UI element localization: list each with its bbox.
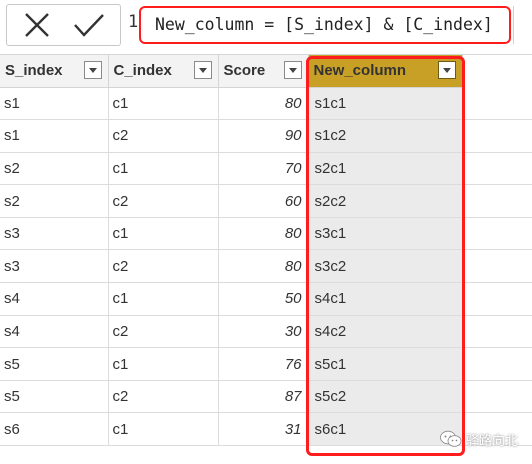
empty-row-area (462, 119, 532, 153)
cell-s-index[interactable]: s1 (0, 87, 109, 121)
data-table: S_index C_index Score New_column s1 c1 80 s1c1… (0, 55, 532, 447)
cell-s-index[interactable]: s2 (0, 184, 109, 218)
table-row: s2 c2 60 s2c2 (0, 184, 532, 218)
column-header-label: S_index (5, 62, 63, 79)
cell-score[interactable]: 30 (218, 315, 309, 349)
filter-dropdown-icon[interactable] (193, 61, 212, 79)
column-header-s-index[interactable]: S_index (0, 55, 109, 88)
empty-row-area (462, 184, 532, 218)
empty-row-area (462, 87, 532, 121)
column-header-label: Score (223, 62, 266, 79)
cell-s-index[interactable]: s3 (0, 249, 109, 284)
cell-new-column[interactable]: s5c2 (308, 380, 463, 414)
filter-dropdown-icon[interactable] (437, 61, 456, 79)
cell-s-index[interactable]: s3 (0, 217, 109, 251)
filter-dropdown-icon[interactable] (283, 61, 302, 79)
formula-input[interactable]: New_column = [S_index] & [C_index] (139, 6, 511, 44)
formula-line-number: 1 (128, 12, 139, 32)
cell-c-index[interactable]: c1 (108, 412, 219, 447)
empty-row-area (462, 315, 532, 349)
empty-header-area (462, 55, 532, 87)
cell-s-index[interactable]: s5 (0, 380, 109, 414)
cell-c-index[interactable]: c2 (108, 184, 219, 218)
watermark-text: 驿路向北 (466, 432, 519, 448)
cell-score[interactable]: 80 (218, 87, 309, 121)
cell-new-column[interactable]: s4c1 (308, 282, 463, 316)
cell-new-column[interactable]: s1c1 (308, 87, 463, 121)
cell-c-index[interactable]: c2 (108, 119, 219, 153)
cell-score[interactable]: 87 (218, 380, 309, 414)
cell-new-column[interactable]: s3c1 (308, 217, 463, 251)
empty-row-area (462, 347, 532, 381)
cell-new-column[interactable]: s2c1 (308, 152, 463, 186)
cell-c-index[interactable]: c1 (108, 282, 219, 316)
table-row: s4 c1 50 s4c1 (0, 282, 532, 316)
cell-s-index[interactable]: s6 (0, 412, 109, 447)
cell-c-index[interactable]: c1 (108, 347, 219, 381)
table-row: s3 c2 80 s3c2 (0, 249, 532, 284)
table-row: s1 c1 80 s1c1 (0, 87, 532, 121)
empty-row-area (462, 380, 532, 414)
cell-new-column[interactable]: s3c2 (308, 249, 463, 284)
cell-c-index[interactable]: c1 (108, 152, 219, 186)
cell-new-column[interactable]: s1c2 (308, 119, 463, 153)
filter-dropdown-icon[interactable] (83, 61, 102, 79)
cell-s-index[interactable]: s4 (0, 282, 109, 316)
cell-score[interactable]: 31 (218, 412, 309, 447)
empty-row-area (462, 152, 532, 186)
cell-score[interactable]: 76 (218, 347, 309, 381)
cell-c-index[interactable]: c2 (108, 249, 219, 284)
cell-score[interactable]: 50 (218, 282, 309, 316)
formula-bar: 1 New_column = [S_index] & [C_index] (0, 0, 532, 55)
cell-new-column[interactable]: s5c1 (308, 347, 463, 381)
empty-row-area (462, 282, 532, 316)
cell-s-index[interactable]: s2 (0, 152, 109, 186)
cell-new-column[interactable]: s4c2 (308, 315, 463, 349)
column-header-score[interactable]: Score (218, 55, 309, 88)
table-row: s5 c2 87 s5c2 (0, 380, 532, 414)
cell-new-column[interactable]: s2c2 (308, 184, 463, 218)
empty-row-area (462, 249, 532, 284)
close-icon (25, 13, 49, 37)
table-row: s3 c1 80 s3c1 (0, 217, 532, 251)
cell-score[interactable]: 80 (218, 217, 309, 251)
cell-c-index[interactable]: c1 (108, 217, 219, 251)
column-header-c-index[interactable]: C_index (108, 55, 219, 88)
checkmark-icon (74, 14, 104, 37)
cell-score[interactable]: 60 (218, 184, 309, 218)
column-header-new-column[interactable]: New_column (308, 55, 463, 88)
cell-s-index[interactable]: s1 (0, 119, 109, 153)
commit-formula-button[interactable] (69, 9, 109, 41)
table-row: s1 c2 90 s1c2 (0, 119, 532, 153)
empty-row-area (462, 217, 532, 251)
cell-c-index[interactable]: c1 (108, 87, 219, 121)
table-row: s2 c1 70 s2c1 (0, 152, 532, 186)
cell-s-index[interactable]: s4 (0, 315, 109, 349)
cancel-formula-button[interactable] (17, 9, 57, 41)
wechat-icon (440, 430, 462, 448)
cell-c-index[interactable]: c2 (108, 380, 219, 414)
column-header-label: New_column (313, 62, 407, 79)
cell-new-column[interactable]: s6c1 (308, 412, 463, 447)
formula-bar-expand-edge (513, 6, 522, 44)
cell-score[interactable]: 90 (218, 119, 309, 153)
cell-c-index[interactable]: c2 (108, 315, 219, 349)
table-row: s4 c2 30 s4c2 (0, 315, 532, 349)
cell-score[interactable]: 70 (218, 152, 309, 186)
cell-score[interactable]: 80 (218, 249, 309, 284)
watermark: 驿路向北 (440, 428, 518, 450)
column-header-label: C_index (113, 62, 172, 79)
table-row: s5 c1 76 s5c1 (0, 347, 532, 381)
formula-buttons (6, 4, 121, 46)
cell-s-index[interactable]: s5 (0, 347, 109, 381)
